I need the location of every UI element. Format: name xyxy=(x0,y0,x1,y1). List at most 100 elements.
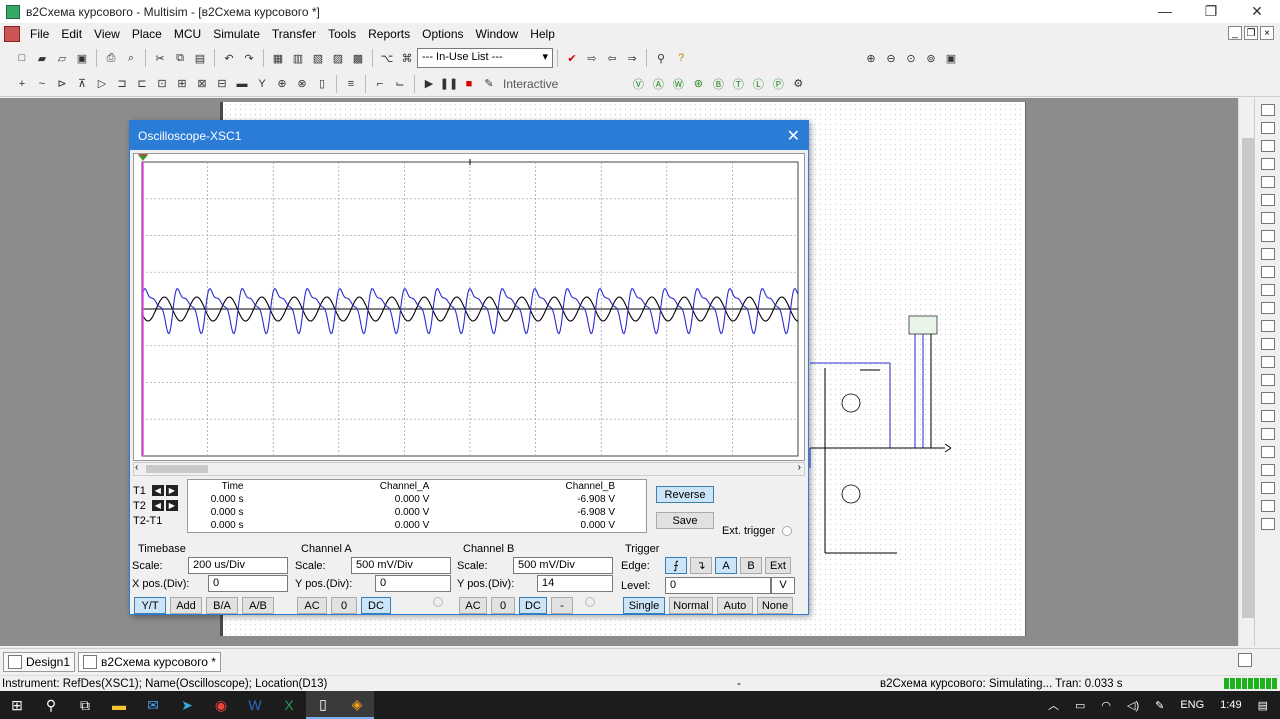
trigger-ext-button[interactable]: Ext xyxy=(765,557,791,574)
instrument-icon[interactable] xyxy=(1260,194,1275,206)
oscilloscope-title-bar[interactable]: Oscilloscope-XSC1 ✕ xyxy=(130,121,808,150)
language-indicator[interactable]: ENG xyxy=(1180,699,1204,711)
channel-b-dc-button[interactable]: DC xyxy=(519,597,547,614)
basic-icon[interactable]: ~ xyxy=(34,76,50,92)
pause-icon[interactable]: ❚❚ xyxy=(440,76,458,92)
instrument-icon[interactable] xyxy=(1260,482,1275,494)
channel-a-dc-button[interactable]: DC xyxy=(361,597,391,614)
paste-icon[interactable]: ▤ xyxy=(192,50,208,66)
timebase-scale-field[interactable]: 200 us/Div xyxy=(188,557,288,574)
mail-icon[interactable]: ✉ xyxy=(136,691,170,719)
trigger-level-field[interactable]: 0 xyxy=(665,577,771,594)
open-sample-icon[interactable]: ▱ xyxy=(54,50,70,66)
battery-icon[interactable]: ▭ xyxy=(1075,699,1085,712)
wifi-icon[interactable]: ◠ xyxy=(1101,699,1111,712)
cut-icon[interactable]: ✂ xyxy=(152,50,168,66)
menu-mcu[interactable]: MCU xyxy=(168,27,207,41)
create-component-icon[interactable]: ⌥ xyxy=(379,50,395,66)
menu-help[interactable]: Help xyxy=(524,27,561,41)
clock[interactable]: 1:49 xyxy=(1220,699,1241,711)
menu-edit[interactable]: Edit xyxy=(55,27,88,41)
multimeter-icon[interactable]: Ⓥ xyxy=(630,76,646,92)
ext-trigger-radio[interactable] xyxy=(782,526,793,537)
copy-icon[interactable]: ⧉ xyxy=(172,50,188,66)
channel-b-invert-button[interactable]: - xyxy=(551,597,573,614)
ab-button[interactable]: A/B xyxy=(242,597,274,614)
spreadsheet-icon[interactable]: ▥ xyxy=(290,50,306,66)
instrument-icon[interactable] xyxy=(1260,428,1275,440)
power-component-icon[interactable]: ⊟ xyxy=(214,76,230,92)
postprocessor-icon[interactable]: ▨ xyxy=(330,50,346,66)
reverse-button[interactable]: Reverse xyxy=(656,486,714,503)
rf-icon[interactable]: ⊕ xyxy=(274,76,290,92)
menu-simulate[interactable]: Simulate xyxy=(207,27,266,41)
misc-digital-icon[interactable]: ⊡ xyxy=(154,76,170,92)
settings-gear-icon[interactable]: ⚙ xyxy=(790,76,806,92)
scroll-right-arrow-icon[interactable]: › xyxy=(798,462,801,473)
print-icon[interactable]: ⎙ xyxy=(103,50,119,66)
yt-button[interactable]: Y/T xyxy=(134,597,166,614)
oscilloscope-screen[interactable] xyxy=(133,153,805,461)
document-app-icon[interactable]: ▯ xyxy=(306,691,340,719)
help-icon[interactable]: ? xyxy=(673,50,689,66)
channel-a-ac-button[interactable]: AC xyxy=(297,597,327,614)
none-button[interactable]: None xyxy=(757,597,793,614)
scroll-thumb[interactable] xyxy=(146,465,208,473)
grapher-icon[interactable]: ▧ xyxy=(310,50,326,66)
channel-b-radio[interactable] xyxy=(585,597,595,607)
instrument-icon[interactable] xyxy=(1260,266,1275,278)
open-icon[interactable]: ▰ xyxy=(34,50,50,66)
indicator-icon[interactable]: ⊠ xyxy=(194,76,210,92)
timebase-xpos-field[interactable]: 0 xyxy=(208,575,288,592)
instrument-icon[interactable] xyxy=(1260,518,1275,530)
transistor-icon[interactable]: ⊼ xyxy=(74,76,90,92)
bus-icon[interactable]: ⌐ xyxy=(372,76,388,92)
document-icon[interactable] xyxy=(4,25,20,42)
instrument-icon[interactable] xyxy=(1260,410,1275,422)
instrument-icon[interactable] xyxy=(1260,176,1275,188)
oscilloscope-icon[interactable]: ⊛ xyxy=(690,76,706,92)
stop-icon[interactable]: ■ xyxy=(461,76,477,92)
mdi-restore-button[interactable]: ❐ xyxy=(1244,26,1258,40)
screen-horizontal-scrollbar[interactable]: ‹ › xyxy=(133,462,805,476)
channel-b-ypos-field[interactable]: 14 xyxy=(537,575,613,592)
start-icon[interactable]: ⊞ xyxy=(0,691,34,719)
new-icon[interactable]: □ xyxy=(14,50,30,66)
mdi-minimize-button[interactable]: _ xyxy=(1228,26,1242,40)
instrument-icon[interactable] xyxy=(1260,302,1275,314)
scroll-left-arrow-icon[interactable]: ‹ xyxy=(135,462,138,473)
spreadsheet-view-icon[interactable] xyxy=(1238,653,1252,667)
instrument-icon[interactable] xyxy=(1260,338,1275,350)
place-wire-icon[interactable]: ⌙ xyxy=(392,76,408,92)
trigger-level-unit[interactable]: V xyxy=(771,577,795,594)
auto-button[interactable]: Auto xyxy=(717,597,753,614)
trigger-b-button[interactable]: B xyxy=(740,557,762,574)
excel-icon[interactable]: X xyxy=(272,691,306,719)
electromechanical-icon[interactable]: ⊗ xyxy=(294,76,310,92)
falling-edge-button[interactable]: ↴ xyxy=(690,557,712,574)
instrument-icon[interactable] xyxy=(1260,104,1275,116)
forward-annotate-icon[interactable]: ⇒ xyxy=(624,50,640,66)
print-preview-icon[interactable]: ⌕ xyxy=(123,50,139,66)
channel-a-ypos-field[interactable]: 0 xyxy=(375,575,451,592)
channel-b-zero-button[interactable]: 0 xyxy=(491,597,515,614)
logic-analyzer-icon[interactable]: Ⓛ xyxy=(750,76,766,92)
menu-window[interactable]: Window xyxy=(470,27,525,41)
instrument-icon[interactable] xyxy=(1260,320,1275,332)
menu-file[interactable]: File xyxy=(24,27,55,41)
instrument-icon[interactable] xyxy=(1260,158,1275,170)
add-button[interactable]: Add xyxy=(170,597,202,614)
restore-button[interactable]: ❐ xyxy=(1188,0,1234,22)
run-icon[interactable]: ▶ xyxy=(421,76,437,92)
channel-b-scale-field[interactable]: 500 mV/Div xyxy=(513,557,613,574)
show-hidden-icons-icon[interactable]: ︿ xyxy=(1048,697,1059,713)
ttl-icon[interactable]: ⊐ xyxy=(114,76,130,92)
telegram-icon[interactable]: ➤ xyxy=(170,691,204,719)
instrument-icon[interactable] xyxy=(1260,446,1275,458)
close-button[interactable]: ✕ xyxy=(1234,0,1280,22)
instrument-icon[interactable] xyxy=(1260,500,1275,512)
instrument-icon[interactable] xyxy=(1260,212,1275,224)
source-icon[interactable]: + xyxy=(14,76,30,92)
instrument-icon[interactable] xyxy=(1260,356,1275,368)
t2-left-arrow-icon[interactable]: ◀ xyxy=(151,500,164,511)
